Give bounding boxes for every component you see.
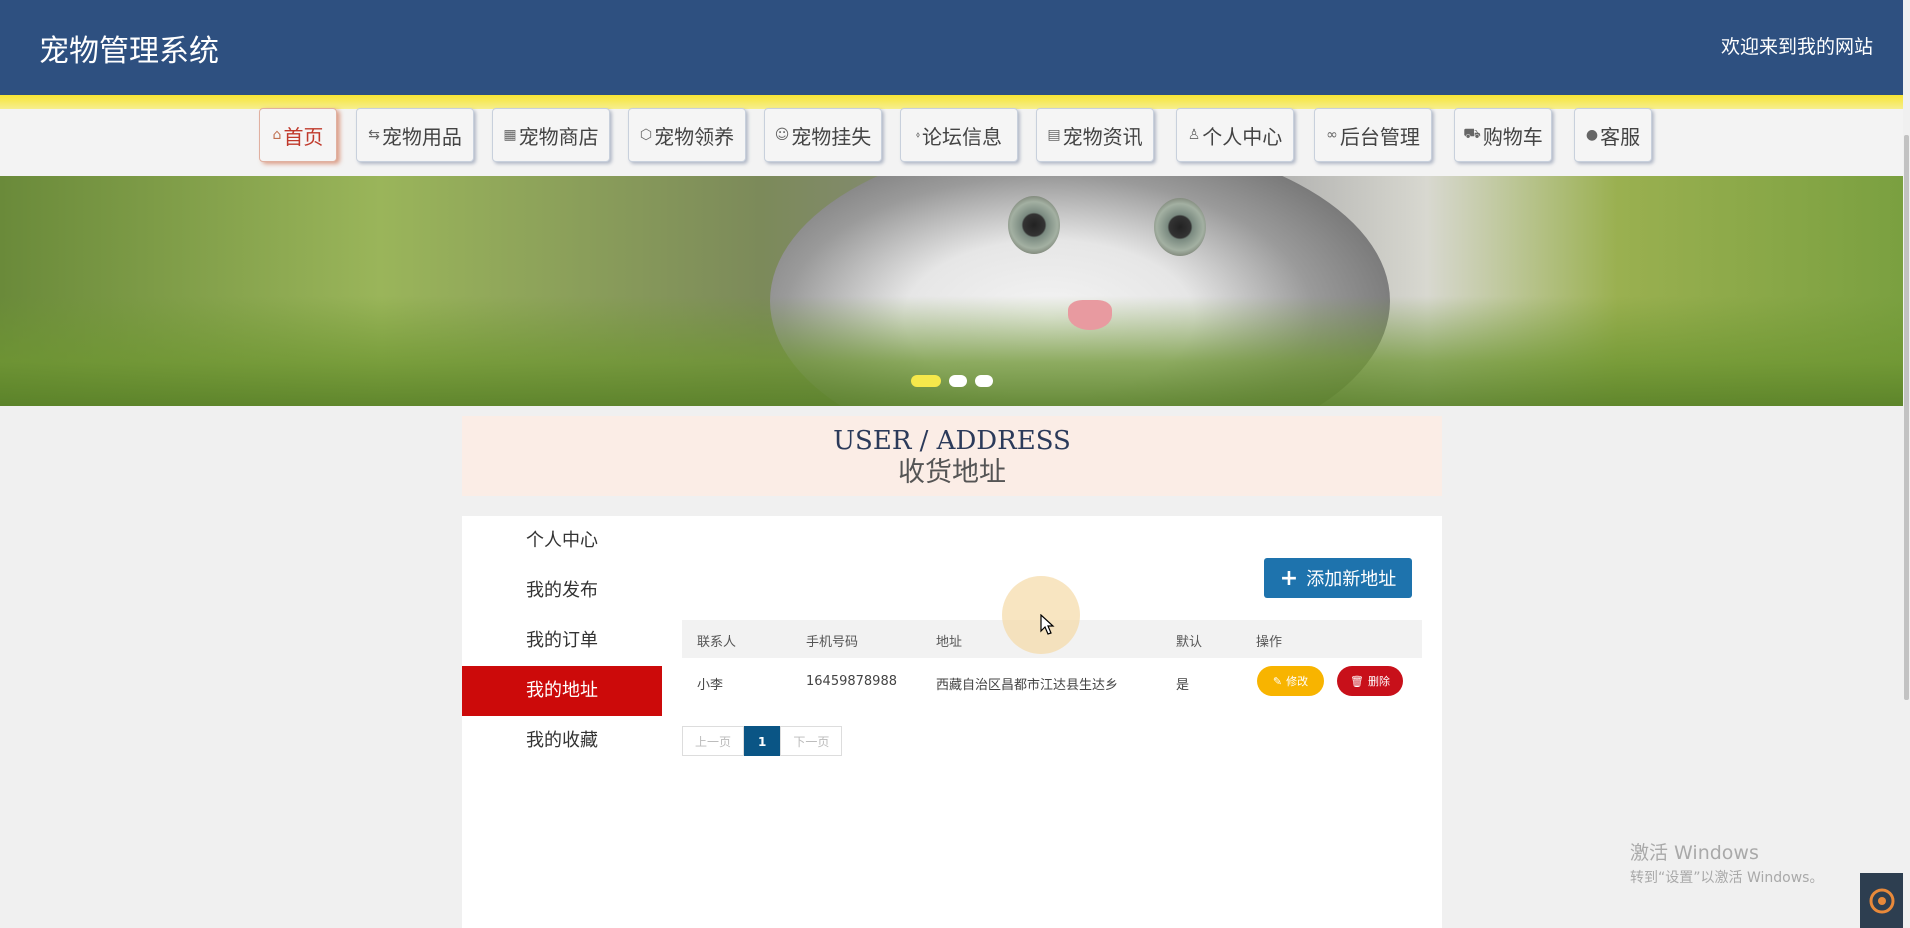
cell-default: 是 [1176,678,1190,693]
mouse-cursor-icon [1040,614,1055,635]
floating-tool-icon[interactable] [1860,873,1903,928]
cell-phone: 16459878988 [806,674,897,689]
cell-address: 西藏自治区昌都市江达县生达乡 [936,678,1119,693]
pagination: 上一页 1 下一页 [682,726,843,756]
nav-item-cart[interactable]: ⛟ 购物车 [1454,108,1552,162]
col-default: 默认 [1176,635,1203,650]
user-icon: ♙ [1187,127,1201,143]
sidebar-item-my-orders[interactable]: 我的订单 [462,616,662,666]
site-header: 宠物管理系统 欢迎来到我的网站 [0,0,1903,95]
sidebar-item-my-posts[interactable]: 我的发布 [462,566,662,616]
table-row: 小李 16459878988 西藏自治区昌都市江达县生达乡 是 ✎ 修改 🗑 删… [682,658,1422,706]
plus-icon: + [1279,565,1299,591]
banner-grass [0,296,1903,406]
watermark-line-2: 转到“设置”以激活 Windows。 [1630,870,1824,886]
cat-nose [1068,300,1112,330]
carousel-dots [911,375,993,387]
windows-activation-watermark: 激活 Windows 转到“设置”以激活 Windows。 [1630,838,1823,887]
sidebar-item-user-center[interactable]: 个人中心 [462,516,662,566]
pencil-icon: ✎ [1272,674,1283,688]
sliders-icon: ⇆ [368,127,380,143]
nav-label: 客服 [1600,124,1641,149]
nav-label: 购物车 [1482,124,1543,149]
nav-label: 宠物商店 [518,124,599,149]
page-1-button[interactable]: 1 [744,726,781,756]
add-address-label: 添加新地址 [1306,569,1397,590]
prev-page-button[interactable]: 上一页 [682,726,745,756]
chat-icon: ● [1585,127,1599,143]
cube-icon: ⬡ [639,127,653,143]
section-title-cn: 收货地址 [898,457,1006,488]
site-title: 宠物管理系统 [39,34,219,69]
carousel-dot-2[interactable] [949,375,967,387]
cat-eye-left [1008,196,1060,254]
col-address: 地址 [936,635,963,650]
face-icon: ☺ [774,127,790,143]
nav-label: 后台管理 [1339,124,1420,149]
nav-item-user-center[interactable]: ♙ 个人中心 [1176,108,1294,162]
nav-item-support[interactable]: ● 客服 [1574,108,1652,162]
nav-label: 宠物挂失 [791,124,872,149]
nav-label: 宠物资讯 [1062,124,1143,149]
add-address-button[interactable]: + 添加新地址 [1264,558,1412,598]
section-title-band: USER / ADDRESS 收货地址 [462,416,1442,496]
header-accent-strip [0,95,1903,109]
delete-label: 删除 [1367,675,1390,688]
nav-label: 个人中心 [1202,124,1283,149]
col-actions: 操作 [1256,635,1283,650]
col-phone: 手机号码 [806,635,859,650]
nav-label: 论坛信息 [921,124,1002,149]
watermark-line-1: 激活 Windows [1630,842,1759,864]
news-icon: ▤ [1047,127,1061,143]
section-title-en: USER / ADDRESS [833,426,1071,456]
nav-item-admin[interactable]: ∞ 后台管理 [1314,108,1432,162]
nav-item-pet-adoption[interactable]: ⬡ 宠物领养 [628,108,746,162]
cell-contact: 小李 [697,678,724,693]
sidebar-item-my-favorites[interactable]: 我的收藏 [462,716,662,766]
home-icon: ⌂ [272,127,282,143]
nav-item-pet-lost[interactable]: ☺ 宠物挂失 [764,108,882,162]
edit-button[interactable]: ✎ 修改 [1257,666,1324,696]
cart-icon: ⛟ [1463,126,1481,142]
cat-eye-right [1154,198,1206,256]
nav-label: 宠物用品 [381,124,462,149]
scrollbar-thumb[interactable] [1904,135,1909,700]
trash-icon: 🗑 [1350,674,1364,688]
delete-button[interactable]: 🗑 删除 [1337,666,1403,696]
nav-label: 宠物领养 [654,124,735,149]
banner-carousel[interactable] [0,176,1903,406]
next-page-button[interactable]: 下一页 [780,726,843,756]
gear-icon [1869,888,1894,913]
nav-item-pet-supplies[interactable]: ⇆ 宠物用品 [356,108,474,162]
carousel-dot-1[interactable] [911,375,941,387]
sidebar-item-my-address[interactable]: 我的地址 [462,666,662,716]
nav-label: 首页 [283,124,324,149]
link-icon: ∞ [1326,127,1338,143]
welcome-text: 欢迎来到我的网站 [1720,36,1873,58]
page-scrollbar[interactable] [1903,0,1910,928]
col-contact: 联系人 [697,635,737,650]
carousel-dot-3[interactable] [975,375,993,387]
nav-item-pet-news[interactable]: ▤ 宠物资讯 [1036,108,1154,162]
nav-item-forum[interactable]: ⬫ 论坛信息 [900,108,1018,162]
nav-item-home[interactable]: ⌂ 首页 [259,108,337,162]
edit-label: 修改 [1286,675,1309,688]
tag-icon: ⬫ [916,127,920,143]
calendar-icon: ▦ [503,127,517,143]
nav-item-pet-shop[interactable]: ▦ 宠物商店 [492,108,610,162]
